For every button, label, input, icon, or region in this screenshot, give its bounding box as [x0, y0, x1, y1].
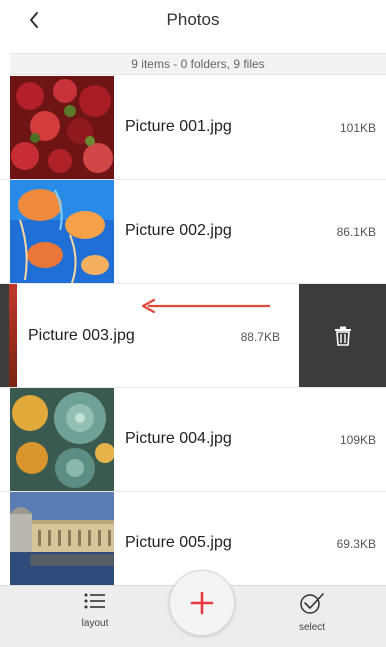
thumbnail-succulents	[10, 388, 114, 491]
file-size: 69.3KB	[336, 537, 376, 551]
swipe-left-arrow-icon	[141, 298, 270, 314]
trash-icon	[334, 326, 351, 346]
delete-button[interactable]	[299, 284, 386, 387]
header: Photos	[0, 0, 386, 40]
file-name: Picture 001.jpg	[125, 118, 232, 135]
thumbnail-red-foliage	[10, 76, 114, 179]
file-size: 109KB	[339, 433, 376, 447]
plus-icon	[190, 591, 214, 615]
file-name: Picture 002.jpg	[125, 222, 232, 239]
layout-button[interactable]: layout	[55, 592, 135, 644]
thumbnail-jellyfish	[10, 180, 114, 283]
select-label: select	[298, 622, 326, 633]
file-row[interactable]: Picture 002.jpg 86.1KB	[0, 180, 386, 284]
page-title: Photos	[166, 10, 220, 29]
list-icon	[84, 593, 105, 609]
file-size: 88.7KB	[240, 330, 280, 344]
layout-label: layout	[81, 618, 109, 629]
file-row[interactable]: Picture 001.jpg 101KB	[0, 76, 386, 180]
select-button[interactable]: select	[272, 592, 352, 644]
file-name: Picture 005.jpg	[125, 534, 232, 551]
file-name: Picture 004.jpg	[125, 430, 232, 447]
thumbnail-edge	[9, 284, 17, 387]
add-button[interactable]	[169, 570, 235, 636]
thumbnail-building	[10, 492, 114, 595]
items-summary: 9 items - 0 folders, 9 files	[10, 53, 386, 75]
file-size: 86.1KB	[336, 225, 376, 239]
file-size: 101KB	[339, 121, 376, 135]
checkmark-circle-icon	[300, 593, 324, 614]
file-name: Picture 003.jpg	[28, 327, 135, 344]
file-row[interactable]: Picture 004.jpg 109KB	[0, 388, 386, 492]
photos-screen: Photos 9 items - 0 folders, 9 files Pict…	[0, 0, 386, 647]
